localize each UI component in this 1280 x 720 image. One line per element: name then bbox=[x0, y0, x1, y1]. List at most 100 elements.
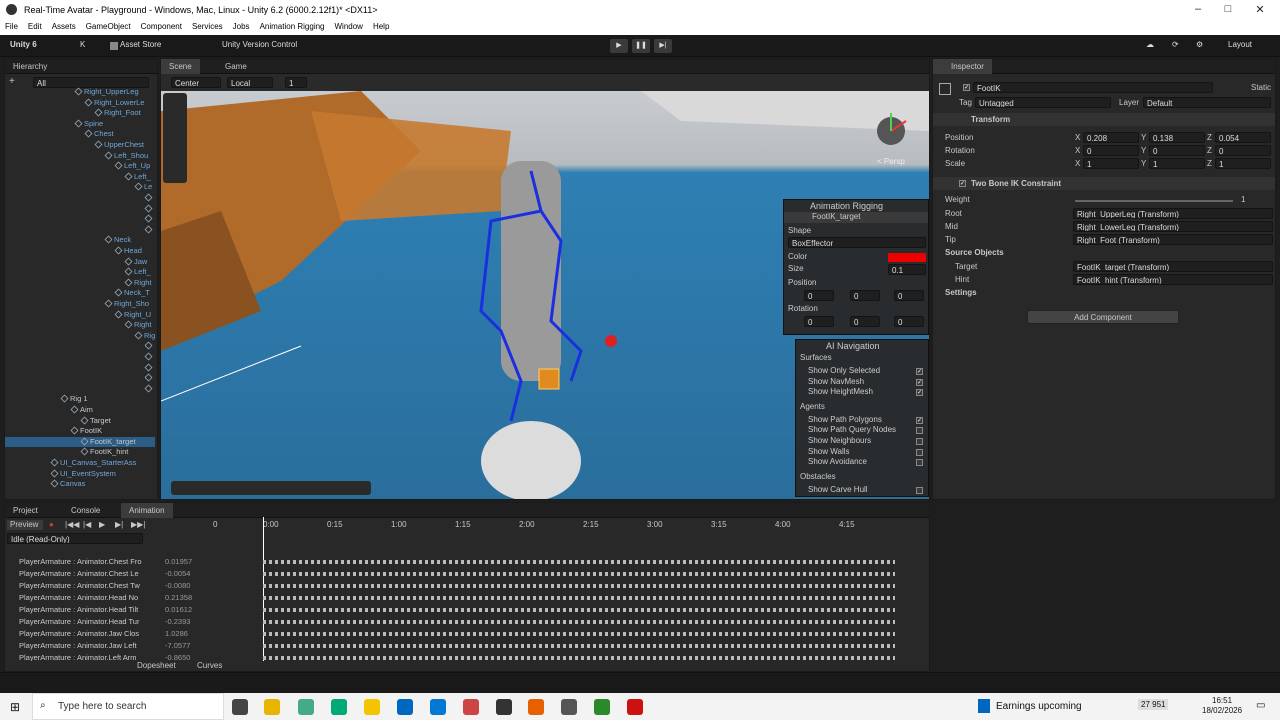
transform-pos-x[interactable]: 0.208 bbox=[1083, 132, 1139, 143]
menu-item-component[interactable]: Component bbox=[136, 20, 187, 33]
keyframe-row[interactable] bbox=[263, 596, 895, 600]
version-control-button[interactable]: Unity Version Control bbox=[222, 40, 297, 49]
tab-game[interactable]: Game bbox=[217, 59, 255, 74]
hierarchy-row[interactable]: Left_Up bbox=[5, 161, 155, 171]
hierarchy-row[interactable] bbox=[5, 373, 155, 383]
hierarchy-row[interactable]: Left_Shou bbox=[5, 151, 155, 161]
tab-hierarchy[interactable]: Hierarchy bbox=[5, 59, 55, 74]
hierarchy-row[interactable]: UpperChest bbox=[5, 140, 155, 150]
color-swatch[interactable] bbox=[888, 253, 926, 262]
hierarchy-row[interactable]: Right_UpperLeg bbox=[5, 87, 155, 97]
anim-property-value[interactable]: 0.01612 bbox=[165, 605, 205, 614]
unity-menu-button[interactable]: Unity 6 bbox=[10, 40, 37, 49]
hierarchy-row[interactable]: Head bbox=[5, 246, 155, 256]
settings-foldout[interactable]: Settings bbox=[945, 288, 977, 300]
windows-start-icon[interactable]: ⊞ bbox=[10, 700, 20, 714]
notification-icon[interactable]: ▭ bbox=[1256, 700, 1265, 711]
first-key-button[interactable]: |◀◀ bbox=[65, 520, 79, 529]
hierarchy-row[interactable]: Spine bbox=[5, 119, 155, 129]
hierarchy-row[interactable] bbox=[5, 225, 155, 235]
unity-hub-icon[interactable] bbox=[496, 699, 512, 715]
ik-enabled-checkbox[interactable]: ✓ bbox=[959, 180, 966, 187]
history-icon[interactable]: ⟳ bbox=[1172, 40, 1179, 49]
hierarchy-row[interactable] bbox=[5, 341, 155, 351]
preview-button[interactable]: Preview bbox=[7, 520, 43, 530]
anim-property-value[interactable]: -0.8650 bbox=[165, 653, 205, 661]
hierarchy-row[interactable]: Neck bbox=[5, 235, 155, 245]
app-icon-3[interactable] bbox=[463, 699, 479, 715]
keyframe-row[interactable] bbox=[263, 572, 895, 576]
anim-property-name[interactable]: PlayerArmature : Animator.Head No bbox=[19, 593, 138, 604]
tab-project[interactable]: Project bbox=[5, 503, 46, 518]
clock-time[interactable]: 16:51 bbox=[1212, 696, 1232, 705]
anim-property-value[interactable]: -7.0577 bbox=[165, 641, 205, 650]
transform-scl-x[interactable]: 1 bbox=[1083, 158, 1139, 169]
keyframe-row[interactable] bbox=[263, 632, 895, 636]
hierarchy-row[interactable]: Jaw bbox=[5, 257, 155, 267]
hierarchy-row[interactable] bbox=[5, 384, 155, 394]
transform-pos-y[interactable]: 0.138 bbox=[1149, 132, 1205, 143]
hierarchy-row[interactable] bbox=[5, 204, 155, 214]
ainav-checkbox[interactable] bbox=[916, 459, 923, 467]
edge-icon[interactable] bbox=[331, 699, 347, 715]
taskbar-search-input[interactable]: Type here to search bbox=[58, 701, 146, 712]
rig-pos-z[interactable]: 0 bbox=[894, 290, 924, 301]
dopesheet-button[interactable]: Dopesheet bbox=[137, 661, 176, 670]
object-name-field[interactable]: FootIK bbox=[973, 82, 1213, 93]
app-icon-1[interactable] bbox=[264, 699, 280, 715]
hierarchy-row[interactable] bbox=[5, 352, 155, 362]
hint-field[interactable]: FootIK_hint (Transform) bbox=[1073, 274, 1273, 285]
space-dropdown[interactable]: Local bbox=[227, 77, 273, 88]
tip-field[interactable]: Right_Foot (Transform) bbox=[1073, 234, 1273, 245]
anim-property-name[interactable]: PlayerArmature : Animator.Chest Tw bbox=[19, 581, 140, 592]
transform-scl-y[interactable]: 1 bbox=[1149, 158, 1205, 169]
anim-property-value[interactable]: 1.0286 bbox=[165, 629, 205, 638]
hierarchy-row[interactable]: Rig 1 bbox=[5, 394, 155, 404]
overlay-toolbar[interactable] bbox=[171, 481, 371, 495]
shape-field[interactable]: BoxEffector bbox=[788, 237, 926, 248]
hierarchy-row[interactable]: Target bbox=[5, 416, 155, 426]
tab-scene[interactable]: Scene bbox=[161, 59, 200, 74]
next-key-button[interactable]: ▶| bbox=[115, 520, 123, 529]
hierarchy-row[interactable]: Rig bbox=[5, 331, 155, 341]
ik-header[interactable]: ✓ Two Bone IK Constraint bbox=[933, 177, 1275, 190]
rig-rot-x[interactable]: 0 bbox=[804, 316, 834, 327]
static-toggle[interactable]: Static bbox=[1251, 83, 1271, 95]
menu-item-gameobject[interactable]: GameObject bbox=[81, 20, 136, 33]
account-button[interactable]: K bbox=[80, 40, 85, 49]
ainav-checkbox[interactable] bbox=[916, 438, 923, 445]
close-button[interactable]: ✕ bbox=[1250, 3, 1270, 16]
menu-item-window[interactable]: Window bbox=[330, 20, 368, 33]
keyframe-row[interactable] bbox=[263, 620, 895, 624]
transform-rot-x[interactable]: 0 bbox=[1083, 145, 1139, 156]
app-icon-4[interactable] bbox=[594, 699, 610, 715]
hierarchy-row[interactable]: Right_Foot bbox=[5, 108, 155, 118]
hierarchy-row[interactable]: Left_ bbox=[5, 267, 155, 277]
weight-value[interactable]: 1 bbox=[1241, 195, 1245, 207]
ainav-checkbox[interactable]: ✓ bbox=[916, 389, 923, 397]
perf-widget[interactable]: 27 951 bbox=[1138, 699, 1169, 710]
store-icon[interactable] bbox=[397, 699, 413, 715]
ainav-checkbox[interactable]: ✓ bbox=[916, 368, 923, 375]
menu-item-file[interactable]: File bbox=[0, 20, 23, 33]
hierarchy-row[interactable]: FootIK_hint bbox=[5, 447, 155, 457]
asset-store-button[interactable]: Asset Store bbox=[120, 40, 161, 49]
keyframe-row[interactable] bbox=[263, 644, 895, 648]
tab-animation[interactable]: Animation bbox=[121, 503, 173, 518]
add-component-button[interactable]: Add Component bbox=[1027, 310, 1179, 324]
pivot-dropdown[interactable]: Center bbox=[171, 77, 221, 88]
anim-property-name[interactable]: PlayerArmature : Animator.Left Arm bbox=[19, 653, 137, 661]
play-anim-button[interactable]: ▶ bbox=[99, 520, 105, 529]
ainav-checkbox[interactable]: ✓ bbox=[916, 416, 923, 424]
app-icon-5[interactable] bbox=[627, 699, 643, 715]
menu-item-edit[interactable]: Edit bbox=[23, 20, 47, 33]
anim-property-value[interactable]: 0.21358 bbox=[165, 593, 205, 602]
hierarchy-row[interactable]: Le bbox=[5, 182, 155, 192]
minimize-button[interactable]: – bbox=[1188, 3, 1208, 15]
ainav-section-header[interactable]: Surfaces bbox=[800, 353, 832, 364]
add-icon[interactable]: + bbox=[9, 76, 19, 87]
keyframe-row[interactable] bbox=[263, 584, 895, 588]
firefox-icon[interactable] bbox=[528, 699, 544, 715]
keyframe-row[interactable] bbox=[263, 656, 895, 660]
curves-button[interactable]: Curves bbox=[197, 661, 222, 670]
